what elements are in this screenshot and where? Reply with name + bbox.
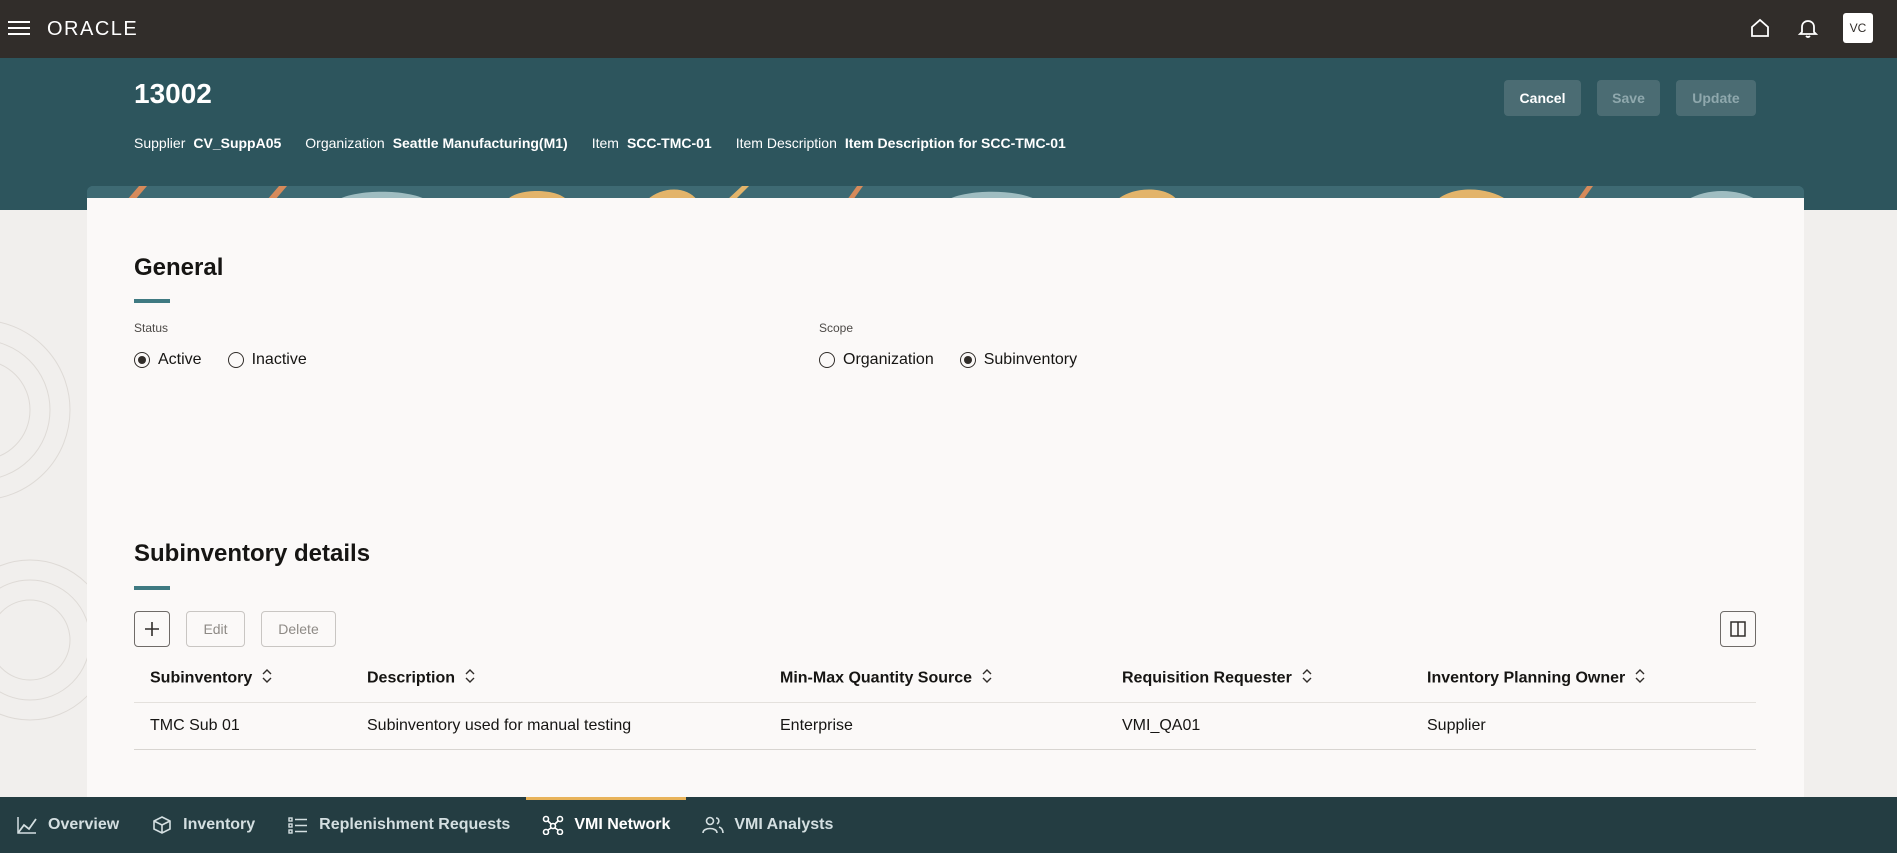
background-pattern <box>0 210 87 810</box>
column-layout-button[interactable] <box>1720 611 1756 647</box>
scope-radio-group: Organization Subinventory <box>819 351 1077 369</box>
top-bar: ORACLE VC <box>0 0 1897 58</box>
meta-value: CV_SuppA05 <box>193 135 282 151</box>
home-icon[interactable] <box>1747 15 1773 41</box>
table-cell: TMC Sub 01 <box>134 702 351 750</box>
table-cell: VMI_QA01 <box>1106 702 1411 750</box>
column-header[interactable]: Inventory Planning Owner <box>1411 656 1756 703</box>
chart-line-icon <box>17 817 37 834</box>
nav-label: VMI Network <box>574 816 671 833</box>
table-row[interactable]: TMC Sub 01 Subinventory used for manual … <box>134 702 1756 750</box>
bell-icon[interactable] <box>1795 15 1821 41</box>
table-toolbar: Edit Delete <box>134 611 336 647</box>
radio-checked-icon <box>134 352 150 368</box>
nav-label: Replenishment Requests <box>319 816 511 833</box>
meta-label: Supplier <box>134 135 186 151</box>
table-cell: Supplier <box>1411 702 1756 750</box>
nav-label: Overview <box>48 816 120 833</box>
column-header[interactable]: Min-Max Quantity Source <box>764 656 1106 703</box>
nav-item-vmi-network[interactable]: VMI Network <box>526 797 687 853</box>
radio-label: Subinventory <box>983 351 1078 368</box>
column-header[interactable]: Description <box>351 656 764 703</box>
status-radio-inactive[interactable]: Inactive <box>227 351 307 369</box>
radio-label: Organization <box>843 351 934 368</box>
column-header[interactable]: Requisition Requester <box>1106 656 1411 703</box>
bottom-nav: Overview Inventory Replenishment Request… <box>0 797 1897 853</box>
section-accent <box>134 299 170 303</box>
plus-icon <box>145 622 159 636</box>
users-icon <box>702 816 725 834</box>
status-label: Status <box>134 321 169 335</box>
network-icon <box>543 815 564 835</box>
box-icon <box>153 816 171 834</box>
meta-value: SCC-TMC-01 <box>626 135 712 151</box>
nav-label: VMI Analysts <box>734 816 834 833</box>
scope-label: Scope <box>819 321 854 335</box>
scope-radio-organization[interactable]: Organization <box>819 351 934 369</box>
subinventory-table: Subinventory Description Min-Max Quantit… <box>134 656 1756 750</box>
column-header[interactable]: Subinventory <box>134 656 351 703</box>
radio-label: Active <box>158 351 202 368</box>
nav-item-replenishment-requests[interactable]: Replenishment Requests <box>271 797 526 853</box>
table-header-row: Subinventory Description Min-Max Quantit… <box>134 656 1756 703</box>
radio-checked-icon <box>959 352 976 368</box>
radio-unchecked-icon <box>819 352 835 368</box>
main-card: General Status Active Inactive Scope Org… <box>87 198 1804 798</box>
save-button[interactable]: Save <box>1597 80 1660 116</box>
sort-icon[interactable] <box>465 669 475 688</box>
sort-icon[interactable] <box>262 669 272 688</box>
meta-label: Item <box>591 135 619 151</box>
radio-unchecked-icon <box>227 352 244 368</box>
nav-label: Inventory <box>183 816 256 833</box>
update-button[interactable]: Update <box>1676 80 1756 116</box>
nav-item-overview[interactable]: Overview <box>0 797 135 853</box>
nav-item-vmi-analysts[interactable]: VMI Analysts <box>686 797 849 853</box>
delete-button[interactable]: Delete <box>261 611 336 647</box>
list-icon <box>288 817 308 834</box>
subinventory-section-title: Subinventory details <box>134 540 371 567</box>
status-radio-active[interactable]: Active <box>134 351 202 369</box>
scope-radio-subinventory[interactable]: Subinventory <box>959 351 1078 369</box>
table-cell: Enterprise <box>764 702 1106 750</box>
cancel-button[interactable]: Cancel <box>1504 80 1581 116</box>
meta-label: Item Description <box>735 135 837 151</box>
meta-value: Item Description for SCC-TMC-01 <box>844 135 1066 151</box>
sort-icon[interactable] <box>1635 669 1645 688</box>
meta-value: Seattle Manufacturing(M1) <box>392 135 568 151</box>
header-meta: Supplier CV_SuppA05 Organization Seattle M… <box>134 135 1066 151</box>
columns-icon <box>1730 621 1746 637</box>
general-section-title: General <box>134 254 224 281</box>
nav-item-inventory[interactable]: Inventory <box>135 797 271 853</box>
table-cell: Subinventory used for manual testing <box>351 702 764 750</box>
section-accent <box>134 586 170 590</box>
add-button[interactable] <box>134 611 170 647</box>
page-title: 13002 <box>134 78 212 109</box>
oracle-logo[interactable]: ORACLE <box>47 18 138 41</box>
sort-icon[interactable] <box>982 669 992 688</box>
edit-button[interactable]: Edit <box>186 611 245 647</box>
menu-icon[interactable] <box>8 17 30 39</box>
meta-label: Organization <box>305 135 385 151</box>
sort-icon[interactable] <box>1302 669 1312 688</box>
avatar[interactable]: VC <box>1843 13 1873 43</box>
status-radio-group: Active Inactive <box>134 351 307 369</box>
radio-label: Inactive <box>251 351 307 368</box>
